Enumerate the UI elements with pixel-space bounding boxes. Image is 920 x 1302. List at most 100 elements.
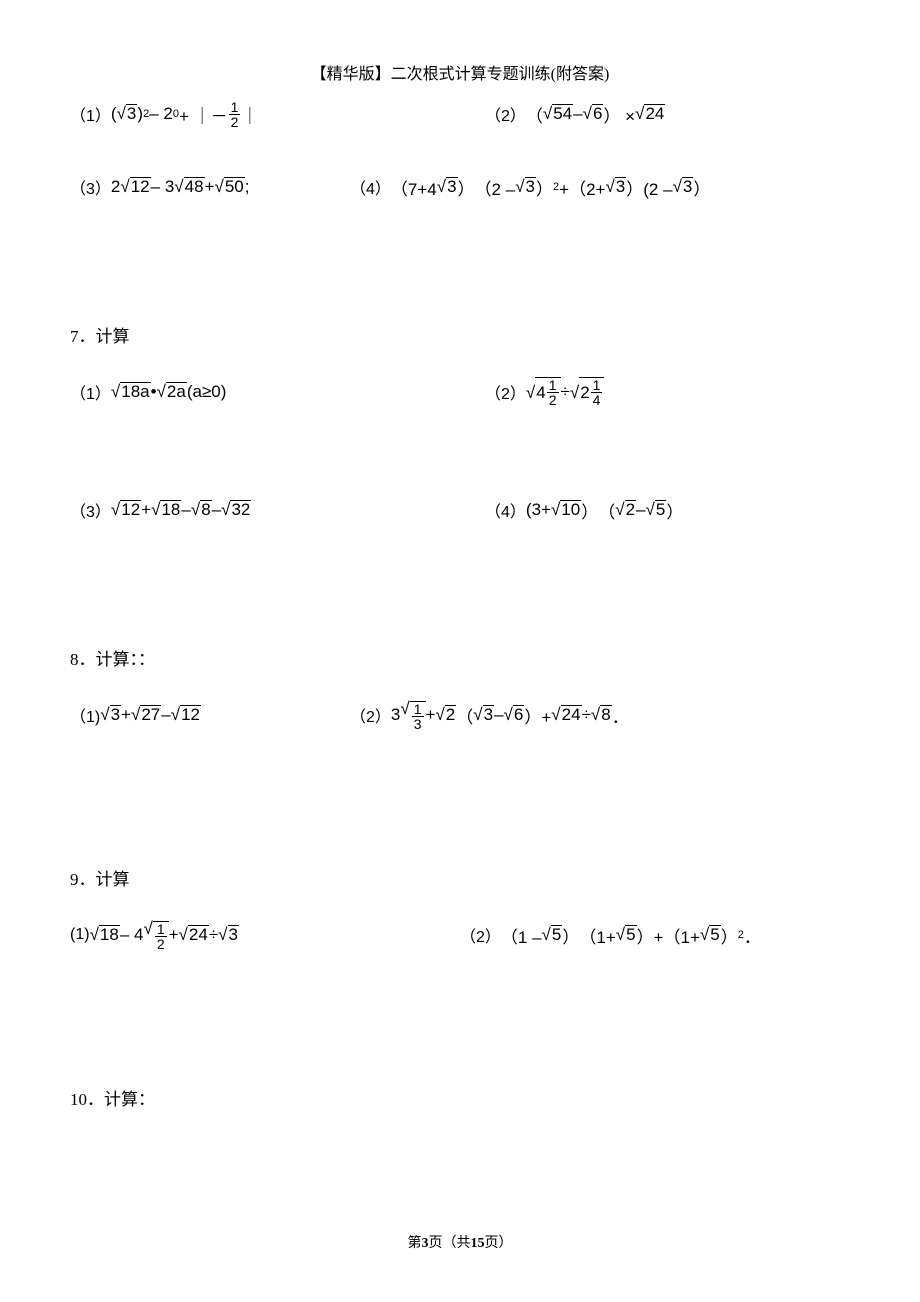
- sqrt-body: 3: [682, 177, 693, 195]
- text: 2: [111, 177, 120, 197]
- text: ;: [245, 177, 250, 197]
- problem-row: （1) 3 + 27 – 12 （2） 3 13 + 2 （ 3 – 6 ）+ …: [70, 695, 850, 735]
- footer-text: 页（共: [429, 1236, 471, 1251]
- sqrt-body: 6: [592, 104, 603, 122]
- sqrt-body: 2: [625, 500, 636, 518]
- sqrt-body: 54: [552, 104, 573, 122]
- problem-row: (1) 18 – 4 12 + 24 ÷ 3 （2） （1 – 5 ） （1+ …: [70, 915, 850, 955]
- text: +: [205, 177, 215, 197]
- sqrt-body: 50: [224, 177, 245, 195]
- sqrt-body: 2a: [166, 382, 187, 400]
- text: +: [426, 705, 436, 725]
- sqrt-body: 10: [560, 500, 581, 518]
- text: ）: [666, 498, 683, 523]
- page-header: 【精华版】二次根式计算专题训练(附答案): [70, 60, 850, 84]
- text: ÷: [561, 382, 570, 402]
- problem-label: （2）: [485, 380, 526, 404]
- section-heading: 7．计算: [70, 322, 850, 347]
- text: ）: [721, 923, 738, 948]
- sqrt-body: 12: [180, 705, 201, 723]
- sqrt-body: 5: [709, 925, 720, 943]
- text: – 4: [120, 925, 144, 945]
- problem-row: （1） ( 3 ) 2 – 2 0 + ｜－ 12 ｜ （2） （ 54 – 6…: [70, 94, 850, 134]
- text: 3: [391, 705, 400, 725]
- sqrt-body: 24: [188, 925, 209, 943]
- text: ）: [693, 175, 710, 200]
- fraction-numerator: 1: [547, 378, 559, 393]
- text: ÷: [582, 705, 591, 725]
- problem-label: （1): [70, 703, 100, 727]
- text: (3+: [526, 500, 551, 520]
- problem-label: （4）: [485, 498, 526, 522]
- fraction-denominator: 2: [547, 393, 559, 407]
- text: +: [121, 705, 131, 725]
- footer-text: 页）: [485, 1236, 513, 1251]
- section-heading: 9．计算: [70, 865, 850, 890]
- sqrt-body: 3: [525, 177, 536, 195]
- text: –: [494, 705, 503, 725]
- text: +（2+: [559, 175, 605, 200]
- text: –: [212, 500, 221, 520]
- text: + ｜－: [179, 102, 228, 127]
- sqrt-body: 12: [120, 500, 141, 518]
- text: –: [573, 104, 582, 124]
- sqrt-body: 3: [483, 705, 494, 723]
- sqrt-body: 5: [551, 925, 562, 943]
- footer-page-current: 3: [422, 1236, 429, 1251]
- problem-label: （4）: [350, 175, 391, 199]
- problem-label: （2）: [350, 703, 391, 727]
- text: ）: [581, 498, 598, 523]
- page-footer: 第3页（共15页）: [0, 1232, 920, 1252]
- text: （: [598, 498, 615, 523]
- text: +: [141, 500, 151, 520]
- sqrt-body: 3: [126, 104, 137, 122]
- fraction-numerator: 1: [412, 702, 424, 717]
- sqrt-body: 8: [200, 500, 211, 518]
- section-heading: 10．计算：: [70, 1085, 850, 1110]
- text: （1 –: [501, 923, 542, 948]
- text: （: [456, 703, 473, 728]
- sqrt-body: 18: [99, 925, 120, 943]
- fraction-denominator: 4: [591, 393, 603, 407]
- problem-label: （3）: [70, 175, 111, 199]
- text: ）: [458, 175, 475, 200]
- text: ）(2 –: [626, 175, 672, 200]
- sqrt-body: 12: [130, 177, 151, 195]
- sqrt-body: 2: [445, 705, 456, 723]
- text: （1+: [579, 923, 615, 948]
- problem-label: （3）: [70, 498, 111, 522]
- problem-label: （2）: [460, 923, 501, 947]
- sqrt-body: 48: [184, 177, 205, 195]
- text: – 2: [149, 104, 173, 124]
- footer-page-total: 15: [471, 1236, 485, 1251]
- text: ）+（1+: [637, 923, 700, 948]
- problem-label: （1）: [70, 102, 111, 126]
- text: –: [161, 705, 170, 725]
- sqrt-body: 8: [600, 705, 611, 723]
- footer-text: 第: [408, 1236, 422, 1251]
- text: ÷: [209, 925, 218, 945]
- fraction-denominator: 2: [229, 115, 241, 129]
- sqrt-body: 32: [230, 500, 251, 518]
- sqrt-body: 3: [615, 177, 626, 195]
- sqrt-body: 3: [228, 925, 239, 943]
- text: ）: [536, 175, 553, 200]
- problem-row: （3） 12 + 18 – 8 – 32 （4） (3+ 10 ） （ 2 – …: [70, 490, 850, 530]
- sqrt-body: 3: [446, 177, 457, 195]
- text: ．: [744, 923, 761, 948]
- text: ）+: [524, 703, 551, 728]
- text: ｜: [241, 102, 258, 127]
- text: –: [181, 500, 190, 520]
- text: ）: [562, 923, 579, 948]
- sqrt-body: 18: [160, 500, 181, 518]
- sqrt-body: 5: [625, 925, 636, 943]
- problem-label: （1）: [70, 380, 111, 404]
- problem-label: （2）: [485, 102, 526, 126]
- problem-row: （1） 18a • 2a (a≥0) （2） 4 12 ÷ 2 14: [70, 372, 850, 412]
- problem-row: （3） 2 12 – 3 48 + 50 ; （4） （7+4 3 ） （2 –…: [70, 167, 850, 207]
- sqrt-body: 5: [655, 500, 666, 518]
- text: – 3: [151, 177, 175, 197]
- text: （7+4: [391, 175, 437, 200]
- text: 4: [536, 384, 545, 401]
- problem-label: (1): [70, 926, 90, 944]
